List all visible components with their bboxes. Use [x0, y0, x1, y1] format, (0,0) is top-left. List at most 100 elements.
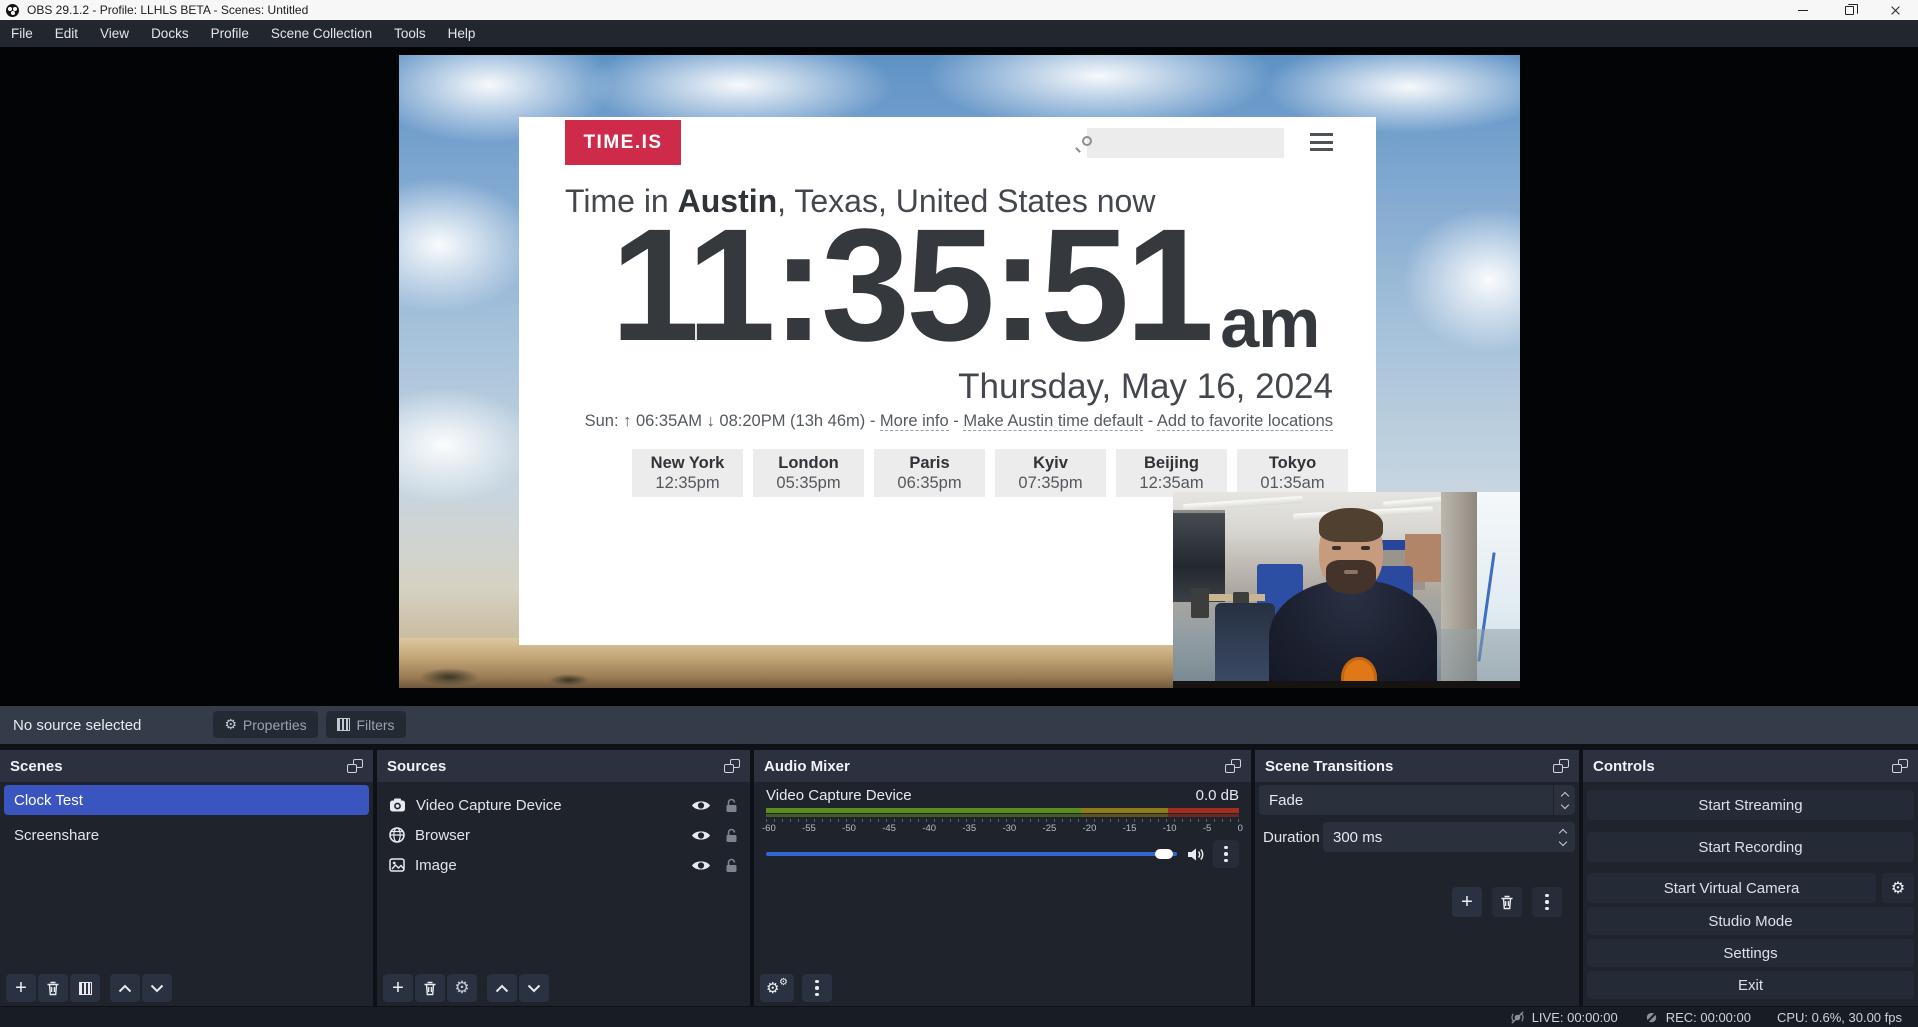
start-virtual-camera-button[interactable]: Start Virtual Camera	[1587, 873, 1876, 903]
volume-slider[interactable]	[766, 852, 1177, 856]
webcam-source[interactable]	[1173, 492, 1520, 688]
scene-item-clock-test[interactable]: Clock Test	[4, 785, 369, 815]
source-properties-button[interactable]: ⚙	[447, 974, 477, 1002]
close-icon	[1890, 5, 1901, 16]
rec-timer: REC: 00:00:00	[1666, 1010, 1751, 1025]
properties-button[interactable]: ⚙ Properties	[213, 711, 318, 738]
duration-label: Duration	[1263, 829, 1323, 846]
city-name: Paris	[874, 454, 985, 473]
scene-filters-button[interactable]	[70, 974, 100, 1002]
double-gear-icon: ⚙⚙	[766, 979, 788, 997]
virtual-camera-settings-button[interactable]: ⚙	[1882, 873, 1914, 903]
popout-icon[interactable]	[1225, 759, 1241, 773]
scene-transitions-dock: Scene Transitions Fade Duration 300 ms +	[1255, 750, 1579, 1006]
controls-header: Controls	[1583, 750, 1918, 782]
source-item-browser[interactable]: Browser	[377, 820, 750, 850]
kebab-menu-icon	[1545, 894, 1549, 911]
move-source-down-button[interactable]	[519, 974, 549, 1002]
properties-label: Properties	[243, 717, 307, 733]
lock-icon[interactable]	[725, 798, 738, 813]
preview-canvas[interactable]: TIME.IS Time in Austin, Texas, United St…	[399, 55, 1520, 688]
eye-icon[interactable]	[691, 829, 711, 842]
close-button[interactable]	[1872, 0, 1918, 20]
dock-area: Scenes Clock Test Screenshare + Sources …	[0, 744, 1918, 1007]
add-source-button[interactable]: +	[383, 974, 413, 1002]
chevron-up-icon	[118, 984, 132, 993]
add-scene-button[interactable]: +	[6, 974, 36, 1002]
start-recording-button[interactable]: Start Recording	[1587, 832, 1914, 862]
popout-icon[interactable]	[1553, 759, 1569, 773]
gear-icon: ⚙	[1891, 880, 1905, 896]
scene-item-screenshare[interactable]: Screenshare	[4, 820, 369, 850]
remove-scene-button[interactable]	[38, 974, 68, 1002]
exit-button[interactable]: Exit	[1587, 971, 1914, 999]
start-streaming-button[interactable]: Start Streaming	[1587, 790, 1914, 820]
chevron-down-icon	[527, 984, 541, 993]
volume-slider-handle[interactable]	[1155, 849, 1173, 859]
filters-button[interactable]: Filters	[326, 711, 406, 738]
move-source-up-button[interactable]	[487, 974, 517, 1002]
duration-spinbox[interactable]: 300 ms	[1323, 822, 1575, 852]
rec-status: REC: 00:00:00	[1644, 1010, 1751, 1025]
sun-info-line: Sun: ↑ 06:35AM ↓ 08:20PM (13h 46m) - Mor…	[585, 412, 1333, 431]
meter-tickmarks	[766, 819, 1239, 822]
menu-file[interactable]: File	[0, 20, 44, 47]
city-kyiv: Kyiv07:35pm	[995, 449, 1106, 497]
tick: -45	[882, 823, 896, 834]
tick: -50	[842, 823, 856, 834]
minimize-button[interactable]	[1780, 0, 1826, 20]
transition-spinner[interactable]	[1553, 785, 1575, 815]
menu-edit[interactable]: Edit	[44, 20, 89, 47]
menu-help[interactable]: Help	[437, 20, 487, 47]
city-newyork: New York12:35pm	[632, 449, 743, 497]
source-item-video-capture[interactable]: Video Capture Device	[377, 790, 750, 820]
menu-tools[interactable]: Tools	[383, 20, 437, 47]
menu-view[interactable]: View	[89, 20, 140, 47]
mixer-menu-button[interactable]	[802, 974, 832, 1002]
source-item-image[interactable]: Image	[377, 850, 750, 880]
speaker-icon[interactable]	[1187, 847, 1205, 862]
plus-icon: +	[392, 978, 404, 998]
eye-icon[interactable]	[691, 859, 711, 872]
move-scene-up-button[interactable]	[110, 974, 140, 1002]
cloud	[1399, 205, 1520, 355]
popout-icon[interactable]	[724, 759, 740, 773]
popout-icon[interactable]	[347, 759, 363, 773]
clock-digits: 11:35:51	[611, 203, 1211, 368]
gear-icon: ⚙	[224, 718, 237, 732]
menu-profile[interactable]: Profile	[200, 20, 260, 47]
restore-button[interactable]	[1826, 0, 1872, 20]
city-name: London	[753, 454, 864, 473]
city-time: 07:35pm	[995, 474, 1106, 493]
remove-source-button[interactable]	[415, 974, 445, 1002]
studio-mode-button[interactable]: Studio Mode	[1587, 907, 1914, 935]
chevron-down-icon	[150, 984, 164, 993]
add-transition-button[interactable]: +	[1452, 887, 1482, 917]
popout-icon[interactable]	[1892, 759, 1908, 773]
lock-icon[interactable]	[725, 828, 738, 843]
eye-icon[interactable]	[691, 799, 711, 812]
city-name: Kyiv	[995, 454, 1106, 473]
clock-meridiem: am	[1220, 288, 1319, 358]
chair-back	[1215, 603, 1275, 681]
sources-title: Sources	[387, 758, 446, 775]
remove-transition-button[interactable]	[1492, 887, 1522, 917]
transition-options-button[interactable]	[1532, 887, 1562, 917]
advanced-audio-button[interactable]: ⚙⚙	[760, 974, 794, 1002]
sun-times: Sun: ↑ 06:35AM ↓ 08:20PM (13h 46m) -	[585, 412, 880, 430]
lock-icon[interactable]	[725, 858, 738, 873]
ceiling-light	[1183, 496, 1303, 511]
duration-spinner[interactable]	[1559, 828, 1575, 847]
transitions-header: Scene Transitions	[1255, 750, 1579, 782]
world-cities-row: New York12:35pm London05:35pm Paris06:35…	[632, 449, 1348, 497]
kebab-menu-icon	[815, 980, 819, 997]
move-scene-down-button[interactable]	[142, 974, 172, 1002]
settings-button[interactable]: Settings	[1587, 939, 1914, 967]
tick: -60	[762, 823, 776, 834]
status-bar: LIVE: 00:00:00 REC: 00:00:00 CPU: 0.6%, …	[0, 1007, 1918, 1027]
mixer-options-button[interactable]	[1213, 840, 1239, 868]
transition-select[interactable]: Fade	[1259, 785, 1575, 815]
menu-scene-collection[interactable]: Scene Collection	[260, 20, 383, 47]
trash-icon	[1500, 895, 1514, 910]
menu-docks[interactable]: Docks	[140, 20, 200, 47]
